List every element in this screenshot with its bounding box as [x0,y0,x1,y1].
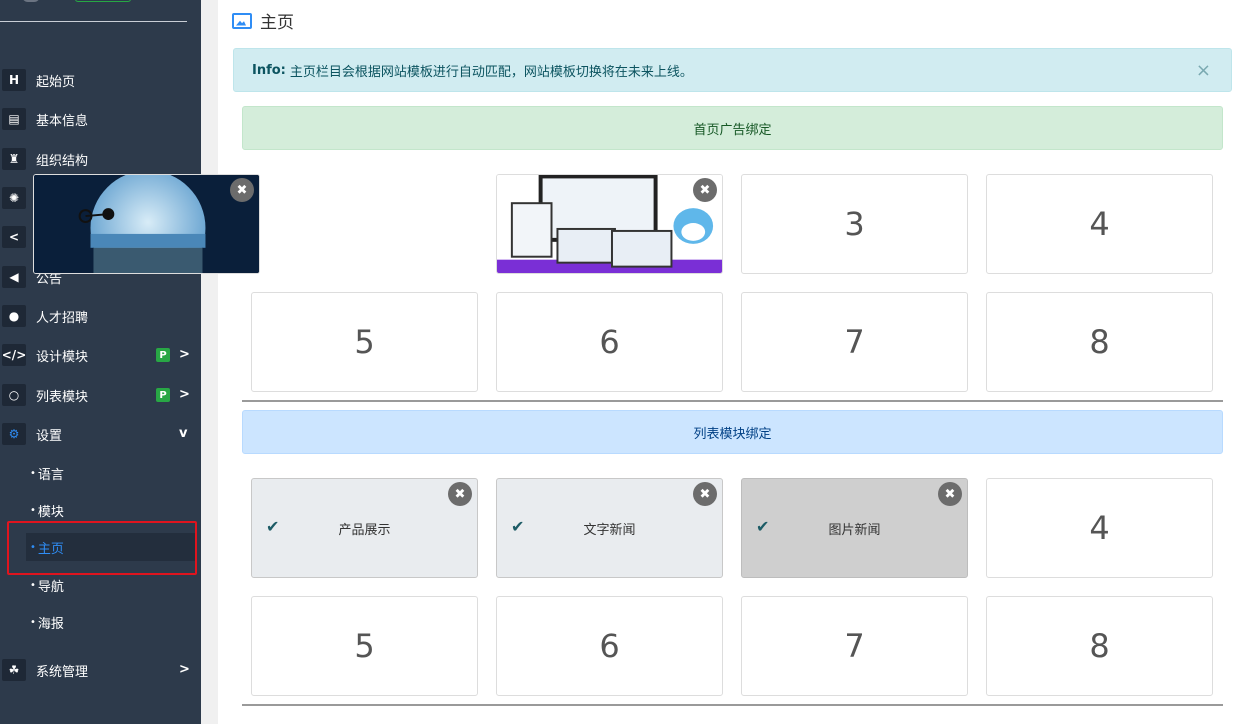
divider [0,21,187,22]
ad-image-devices [497,175,722,273]
chevron-right-icon: > [179,347,190,362]
sidebar-item-label: 起始页 [36,74,76,90]
h-square-icon: H [2,69,26,91]
sidebar: H 起始页 ▤ 基本信息 ♜ 组织结构 ✺ 荣誉 < 伙伴 ◀ 公告 ● 人才招… [0,0,201,724]
alert-text: 主页栏目会根据网站模板进行自动匹配，网站模板切换将在未来上线。 [289,64,693,80]
list-slot-label: 图片新闻 [828,522,881,538]
gear-icon: ⚙ [2,423,26,445]
share-icon: < [2,226,26,248]
remove-icon[interactable]: ✖ [693,178,717,202]
sidebar-item-label: 系统管理 [36,664,89,680]
list-slot-4[interactable]: 4 [986,478,1213,578]
image-icon [232,12,252,29]
sidebar-item-label: 设置 [36,428,63,444]
highlight-box [7,521,197,575]
sidebar-item-label: 人才招聘 [36,310,89,326]
check-icon: ✔ [266,517,280,536]
check-icon: ✔ [511,517,525,536]
id-card-icon: ▤ [2,108,26,130]
chevron-down-icon: v [179,426,188,441]
remove-icon[interactable]: ✖ [693,482,717,506]
sidebar-item-list-modules[interactable]: ○ 列表模块 P > [0,380,201,410]
sidebar-item-organization[interactable]: ♜ 组织结构 [0,144,201,174]
fingerprint-icon: ✺ [2,187,26,209]
remove-icon[interactable]: ✖ [938,482,962,506]
chevron-right-icon: > [179,387,190,402]
sidebar-subitem-navigation[interactable]: • 导航 [30,571,190,599]
remove-icon[interactable]: ✖ [230,178,254,202]
ad-slot-6[interactable]: 6 [496,292,723,392]
pro-badge: P [156,388,170,402]
section-header: 首页广告绑定 [242,106,1223,150]
list-slot-3[interactable]: ✔ 图片新闻 ✖ [741,478,968,578]
circle-icon: ○ [2,384,26,406]
list-slot-label: 文字新闻 [583,522,636,538]
sidebar-item-label: 组织结构 [36,153,89,169]
remove-icon[interactable]: ✖ [448,482,472,506]
info-alert: Info: 主页栏目会根据网站模板进行自动匹配，网站模板切换将在未来上线。 × [233,48,1232,92]
bullet-icon: • [30,467,36,479]
section-header: 列表模块绑定 [242,410,1223,454]
bullet-icon: • [30,579,36,591]
ad-image-tunnel [34,175,259,273]
code-icon: </> [2,344,26,366]
check-icon: ✔ [756,517,770,536]
ad-slot-4[interactable]: 4 [986,174,1213,274]
ad-slot-2[interactable]: ✖ [496,174,723,274]
list-slot-label: 产品展示 [338,522,391,538]
sidebar-subitem-label: 导航 [37,579,64,595]
sidebar-item-design-modules[interactable]: </> 设计模块 P > [0,340,201,370]
status-badge [75,0,131,2]
list-slot-1[interactable]: ✔ 产品展示 ✖ [251,478,478,578]
sidebar-subitem-posters[interactable]: • 海报 [30,608,190,636]
sidebar-subitem-language[interactable]: • 语言 [30,459,190,487]
bullet-icon: • [30,616,36,628]
alert-prefix: Info: [252,62,286,78]
bullet-icon: • [30,504,36,516]
users-icon: ☘ [2,659,26,681]
ad-slot-7[interactable]: 7 [741,292,968,392]
page-title: 主页 [232,8,294,33]
list-slot-6[interactable]: 6 [496,596,723,696]
sidebar-subitem-modules[interactable]: • 模块 [30,496,190,524]
sidebar-item-basic-info[interactable]: ▤ 基本信息 [0,104,201,134]
list-slot-2[interactable]: ✔ 文字新闻 ✖ [496,478,723,578]
page-title-text: 主页 [260,13,294,33]
list-slot-7[interactable]: 7 [741,596,968,696]
sidebar-item-label: 列表模块 [36,389,89,405]
sidebar-item-system-management[interactable]: ☘ 系统管理 > [0,655,201,685]
chess-icon: ♜ [2,148,26,170]
sidebar-item-start[interactable]: H 起始页 [0,65,201,95]
ad-slot-3[interactable]: 3 [741,174,968,274]
main-content: 主页 Info: 主页栏目会根据网站模板进行自动匹配，网站模板切换将在未来上线。… [33,0,1240,724]
sidebar-item-recruitment[interactable]: ● 人才招聘 [0,301,201,331]
ad-slot-1[interactable]: ✖ [33,174,260,274]
list-slot-8[interactable]: 8 [986,596,1213,696]
ad-slot-5[interactable]: 5 [251,292,478,392]
pro-badge: P [156,348,170,362]
close-icon[interactable]: × [1196,60,1211,81]
sidebar-item-label: 基本信息 [36,113,89,129]
user-icon: ● [2,305,26,327]
avatar [22,0,40,2]
sidebar-subitem-label: 模块 [37,504,64,520]
sidebar-item-settings[interactable]: ⚙ 设置 v [0,419,201,449]
sidebar-subitem-label: 海报 [37,616,64,632]
ad-slot-8[interactable]: 8 [986,292,1213,392]
chevron-right-icon: > [179,662,190,677]
sidebar-item-label: 设计模块 [36,349,89,365]
megaphone-icon: ◀ [2,266,26,288]
sidebar-subitem-label: 语言 [37,467,64,483]
list-slot-5[interactable]: 5 [251,596,478,696]
